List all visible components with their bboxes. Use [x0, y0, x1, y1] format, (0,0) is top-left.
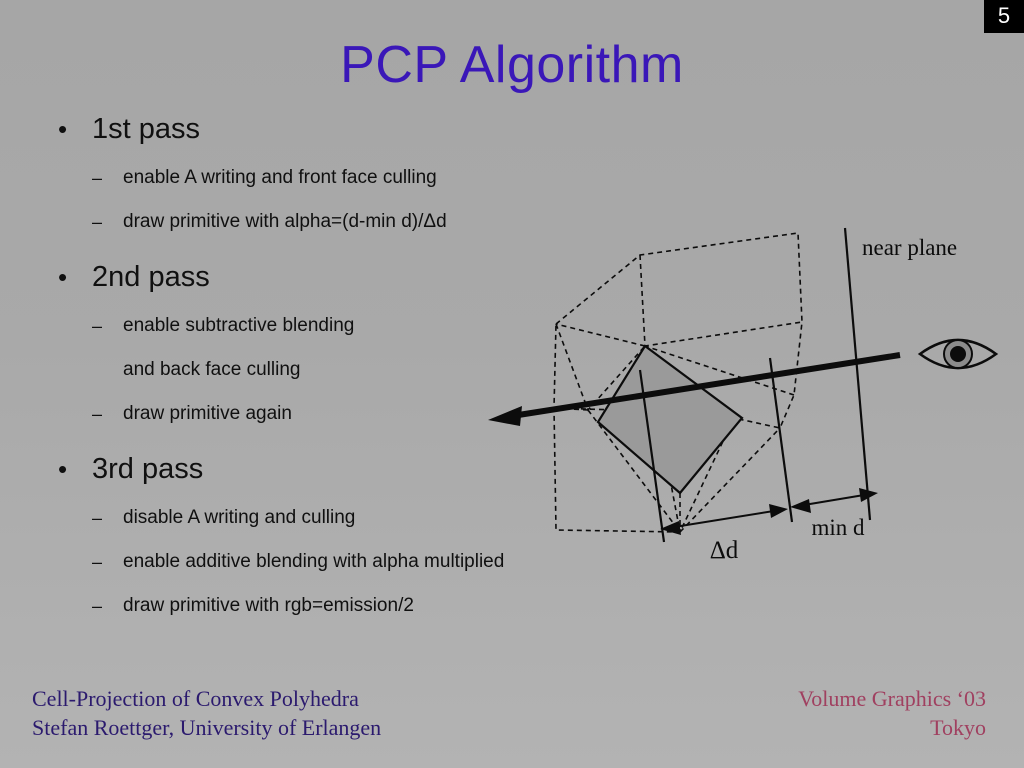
bullet-heading-label: 2nd pass	[92, 261, 210, 293]
footer-right: Volume Graphics ‘03 Tokyo	[798, 684, 986, 742]
dash-marker-icon: –	[92, 212, 103, 232]
slide-canvas: 5 PCP Algorithm • 1st pass – enable A wr…	[0, 0, 1024, 768]
sub-bullet-label: enable A writing and front face culling	[123, 167, 437, 188]
delta-d-dimension	[660, 504, 788, 535]
near-plane-label: near plane	[862, 235, 957, 260]
dash-marker-icon: –	[92, 168, 103, 188]
bullet-heading-1st-pass: • 1st pass	[40, 112, 680, 146]
footer-right-line1: Volume Graphics ‘03	[798, 686, 986, 711]
bullet-dot-icon: •	[58, 454, 68, 484]
min-d-dimension	[790, 488, 878, 513]
bullet-dot-icon: •	[58, 114, 68, 144]
footer-left-line2: Stefan Roettger, University of Erlangen	[32, 715, 382, 740]
dash-marker-icon: –	[92, 404, 103, 424]
sub-bullet-label: draw primitive with rgb=emission/2	[123, 595, 414, 616]
projected-cell-polygon	[596, 344, 744, 495]
eye-icon	[917, 338, 999, 370]
delta-d-right-boundary	[768, 357, 794, 523]
sub-bullet-label: draw primitive with alpha=(d-min d)/Δd	[123, 211, 447, 232]
bullet-heading-label: 1st pass	[92, 113, 200, 145]
cell-projection-diagram: Δd min d near plane	[480, 210, 1024, 560]
page-title: PCP Algorithm	[340, 36, 684, 94]
footer-left-line1: Cell-Projection of Convex Polyhedra	[32, 686, 359, 711]
dash-marker-icon: –	[92, 552, 103, 572]
dash-marker-icon: –	[92, 508, 103, 528]
bullet-dot-icon: •	[58, 262, 68, 292]
dash-marker-icon: –	[92, 316, 103, 336]
footer-left: Cell-Projection of Convex Polyhedra Stef…	[32, 684, 381, 742]
near-plane-line	[843, 227, 872, 521]
sub-bullet-item: – enable A writing and front face cullin…	[40, 166, 680, 190]
slide-number-badge: 5	[984, 0, 1024, 33]
sub-bullet-label: draw primitive again	[123, 403, 292, 424]
sub-bullet-item: – draw primitive with rgb=emission/2	[40, 594, 680, 618]
sub-bullet-label: disable A writing and culling	[123, 507, 356, 528]
sub-bullet-label: and back face culling	[123, 359, 301, 380]
min-d-label: min d	[811, 515, 865, 540]
dash-marker-icon: –	[92, 596, 103, 616]
sub-bullet-label: enable subtractive blending	[123, 315, 355, 336]
sub-bullet-label: enable additive blending with alpha mult…	[123, 551, 505, 572]
bullet-heading-label: 3rd pass	[92, 453, 204, 485]
footer-right-line2: Tokyo	[930, 715, 986, 740]
delta-d-label: Δd	[710, 537, 739, 560]
slide-number: 5	[997, 3, 1011, 28]
